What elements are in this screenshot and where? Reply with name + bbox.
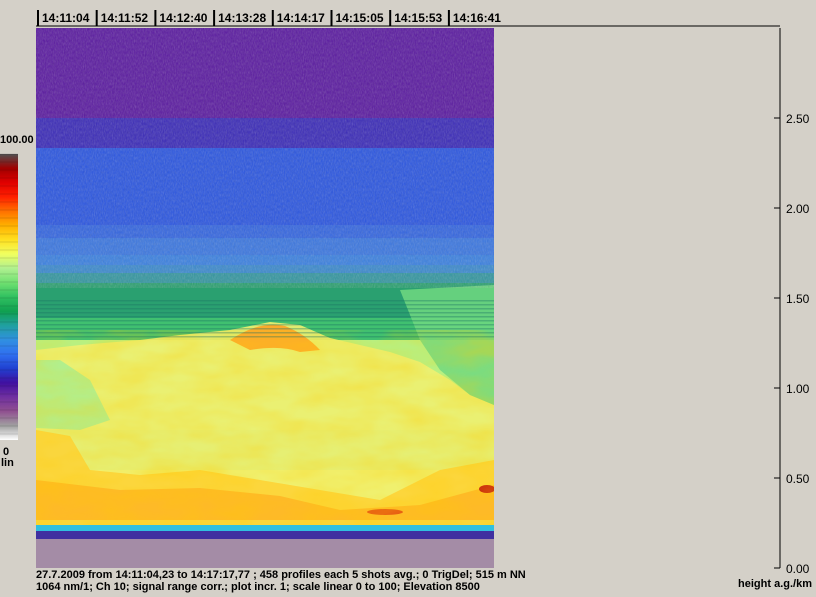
stripe-line xyxy=(36,312,494,314)
y-tick-label: 2.00 xyxy=(786,202,810,216)
height-axis: 0.00 0.50 1.00 1.50 2.00 2.50 xyxy=(774,28,810,576)
y-axis-label: height a.g./km xyxy=(738,578,812,590)
time-tick-label: 14:15:05 xyxy=(336,11,384,25)
time-tick-label: 14:12:40 xyxy=(159,11,207,25)
time-tick-label: 14:13:28 xyxy=(218,11,266,25)
time-tick-label: 14:11:04 xyxy=(42,11,90,25)
colorbar xyxy=(0,153,18,440)
stripe-line xyxy=(36,316,494,318)
layer-texture xyxy=(36,330,494,525)
band-cyan-ground xyxy=(36,525,494,531)
colorbar-max-label: 100.00 xyxy=(0,134,34,146)
stripe-line xyxy=(36,328,494,330)
time-axis: 14:11:04 14:11:52 14:12:40 14:13:28 14:14:17… xyxy=(36,10,780,27)
footer-info-line-2: 1064 nm/1; Ch 10; signal range corr.; pl… xyxy=(36,581,480,593)
colorbar-scale-label: lin xyxy=(1,457,14,469)
y-tick-label: 1.00 xyxy=(786,382,810,396)
time-tick-label: 14:16:41 xyxy=(453,11,501,25)
lidar-chart: 14:11:04 14:11:52 14:12:40 14:13:28 14:14:17… xyxy=(0,10,810,576)
noise-speckle xyxy=(36,28,494,288)
stripe-line xyxy=(36,304,494,306)
band-ground-edge xyxy=(36,531,494,539)
y-tick-label: 0.00 xyxy=(786,562,810,576)
y-tick-label: 1.50 xyxy=(786,292,810,306)
stripe-line xyxy=(36,300,494,302)
footer-info-line-1: 27.7.2009 from 14:11:04,23 to 14:17:17,7… xyxy=(36,569,526,581)
time-tick-label: 14:14:17 xyxy=(277,11,325,25)
colorbar-scale xyxy=(0,154,18,440)
ground-area xyxy=(36,539,494,568)
stripe-line xyxy=(36,324,494,326)
stripe-line xyxy=(36,332,494,334)
backscatter-heatmap xyxy=(36,28,494,568)
stripe-line xyxy=(36,336,494,338)
stripe-line xyxy=(36,320,494,322)
y-tick-label: 0.50 xyxy=(786,472,810,486)
y-tick-label: 2.50 xyxy=(786,112,810,126)
time-tick-label: 14:15:53 xyxy=(394,11,442,25)
stripe-line xyxy=(36,308,494,310)
time-tick-label: 14:11:52 xyxy=(101,11,149,25)
